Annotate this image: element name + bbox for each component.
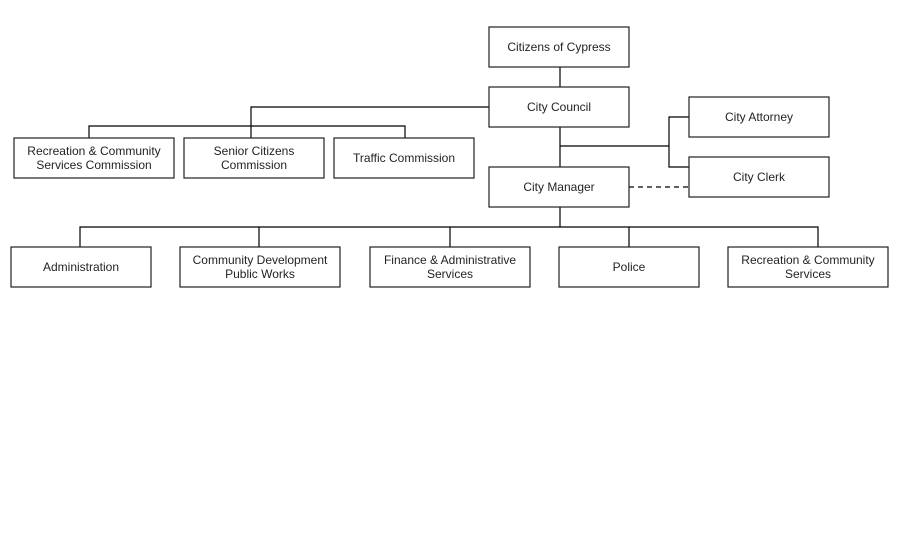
node-label-line: Commission bbox=[221, 158, 287, 172]
edge-council-commissions bbox=[88, 106, 489, 138]
node-administration: Administration bbox=[10, 246, 152, 288]
node-finance: Finance & Administrative Services bbox=[369, 246, 531, 288]
node-label: Police bbox=[613, 260, 646, 274]
node-label: City Council bbox=[527, 100, 591, 114]
node-label-line: City Attorney bbox=[725, 110, 793, 124]
node-label-line: Public Works bbox=[225, 267, 295, 281]
node-label-line: Services Commission bbox=[36, 158, 151, 172]
node-rec-services: Recreation & Community Services bbox=[727, 246, 889, 288]
node-council: City Council bbox=[488, 86, 630, 128]
node-attorney: City Attorney bbox=[688, 96, 830, 138]
node-label: City Manager bbox=[523, 180, 594, 194]
node-label-line: City Clerk bbox=[733, 170, 786, 184]
node-rec-commission: Recreation & Community Services Commissio… bbox=[13, 137, 175, 179]
node-label-line: Community Development bbox=[193, 253, 328, 267]
node-label-line: Services bbox=[785, 267, 831, 281]
node-manager: City Manager bbox=[488, 166, 630, 208]
node-label-line: Traffic Commission bbox=[353, 151, 455, 165]
node-police: Police bbox=[558, 246, 700, 288]
node-label-line: City Council bbox=[527, 100, 591, 114]
node-label: City Clerk bbox=[733, 170, 786, 184]
node-senior-commission: Senior Citizens Commission bbox=[183, 137, 325, 179]
node-label-line: City Manager bbox=[523, 180, 594, 194]
node-clerk: City Clerk bbox=[688, 156, 830, 198]
node-citizens: Citizens of Cypress bbox=[488, 26, 630, 68]
node-label-line: Administration bbox=[43, 260, 119, 274]
node-label: Senior Citizens Commission bbox=[214, 144, 295, 172]
node-traffic-commission: Traffic Commission bbox=[333, 137, 475, 179]
node-label-line: Services bbox=[427, 267, 473, 281]
node-label: Administration bbox=[43, 260, 119, 274]
edge-manager-departments bbox=[79, 207, 819, 247]
org-chart: Citizens of Cypress City Council City Atto… bbox=[10, 26, 889, 288]
node-community-dev: Community Development Public Works bbox=[179, 246, 341, 288]
node-label-line: Finance & Administrative bbox=[384, 253, 516, 267]
node-label: Traffic Commission bbox=[353, 151, 455, 165]
node-label-line: Citizens of Cypress bbox=[507, 40, 610, 54]
node-label: City Attorney bbox=[725, 110, 793, 124]
node-label: Citizens of Cypress bbox=[507, 40, 610, 54]
node-label-line: Recreation & Community bbox=[741, 253, 874, 267]
node-label-line: Senior Citizens bbox=[214, 144, 295, 158]
node-label-line: Recreation & Community bbox=[27, 144, 160, 158]
node-label-line: Police bbox=[613, 260, 646, 274]
node-label: Recreation & Community Services Commissio… bbox=[27, 144, 160, 172]
